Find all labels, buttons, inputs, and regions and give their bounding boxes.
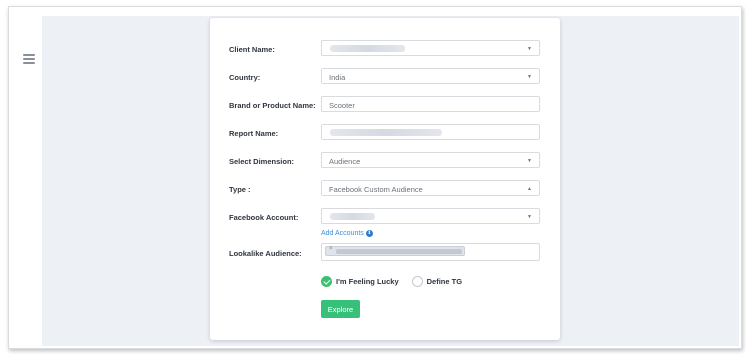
define-tg-label: Define TG [426,277,463,286]
redacted-value [330,45,405,52]
radio-empty-icon [411,276,423,287]
feeling-lucky-label: I'm Feeling Lucky [336,277,399,286]
remove-tag-icon[interactable]: × [329,246,333,252]
brand-input[interactable]: Scooter [321,96,540,112]
hamburger-menu-icon[interactable] [23,54,35,64]
type-select[interactable]: Facebook Custom Audience ▲ [321,180,540,196]
chevron-down-icon: ▼ [527,214,532,220]
explore-button[interactable]: Explore [321,300,360,318]
brand-value: Scooter [329,101,355,110]
facebook-account-label: Facebook Account: [229,213,299,222]
type-value: Facebook Custom Audience [329,185,423,194]
add-accounts-link[interactable]: Add Accounts i [321,230,373,237]
country-label: Country: [229,73,261,82]
form-card: Client Name: ▼ Country: India ▼ Brand or… [210,18,560,340]
lookalike-multiselect[interactable]: × [321,243,540,261]
redacted-value [336,249,462,254]
chevron-down-icon: ▼ [527,158,532,164]
app-window: Client Name: ▼ Country: India ▼ Brand or… [8,6,742,349]
check-circle-icon [321,276,332,287]
main-content: Client Name: ▼ Country: India ▼ Brand or… [42,16,739,346]
client-name-select[interactable]: ▼ [321,40,540,56]
chevron-down-icon: ▼ [527,46,532,52]
add-accounts-label: Add Accounts [321,230,364,237]
report-name-label: Report Name: [229,129,279,138]
audience-mode-options: I'm Feeling Lucky Define TG [321,276,475,287]
country-select[interactable]: India ▼ [321,68,540,84]
report-name-input[interactable] [321,124,540,140]
dimension-value: Audience [329,157,361,166]
define-tg-option[interactable]: Define TG [411,276,463,287]
brand-label: Brand or Product Name: [229,101,316,110]
lookalike-label: Lookalike Audience: [229,249,302,258]
feeling-lucky-option[interactable]: I'm Feeling Lucky [321,276,399,287]
redacted-value [330,213,375,220]
info-icon: i [365,230,373,237]
client-name-label: Client Name: [229,45,275,54]
chevron-up-icon: ▲ [527,186,532,192]
country-value: India [329,73,346,82]
selected-audience-tag: × [325,246,465,256]
chevron-down-icon: ▼ [527,74,532,80]
redacted-value [330,129,442,136]
type-label: Type : [229,185,251,194]
dimension-label: Select Dimension: [229,157,295,166]
dimension-select[interactable]: Audience ▼ [321,152,540,168]
facebook-account-select[interactable]: ▼ [321,208,540,224]
